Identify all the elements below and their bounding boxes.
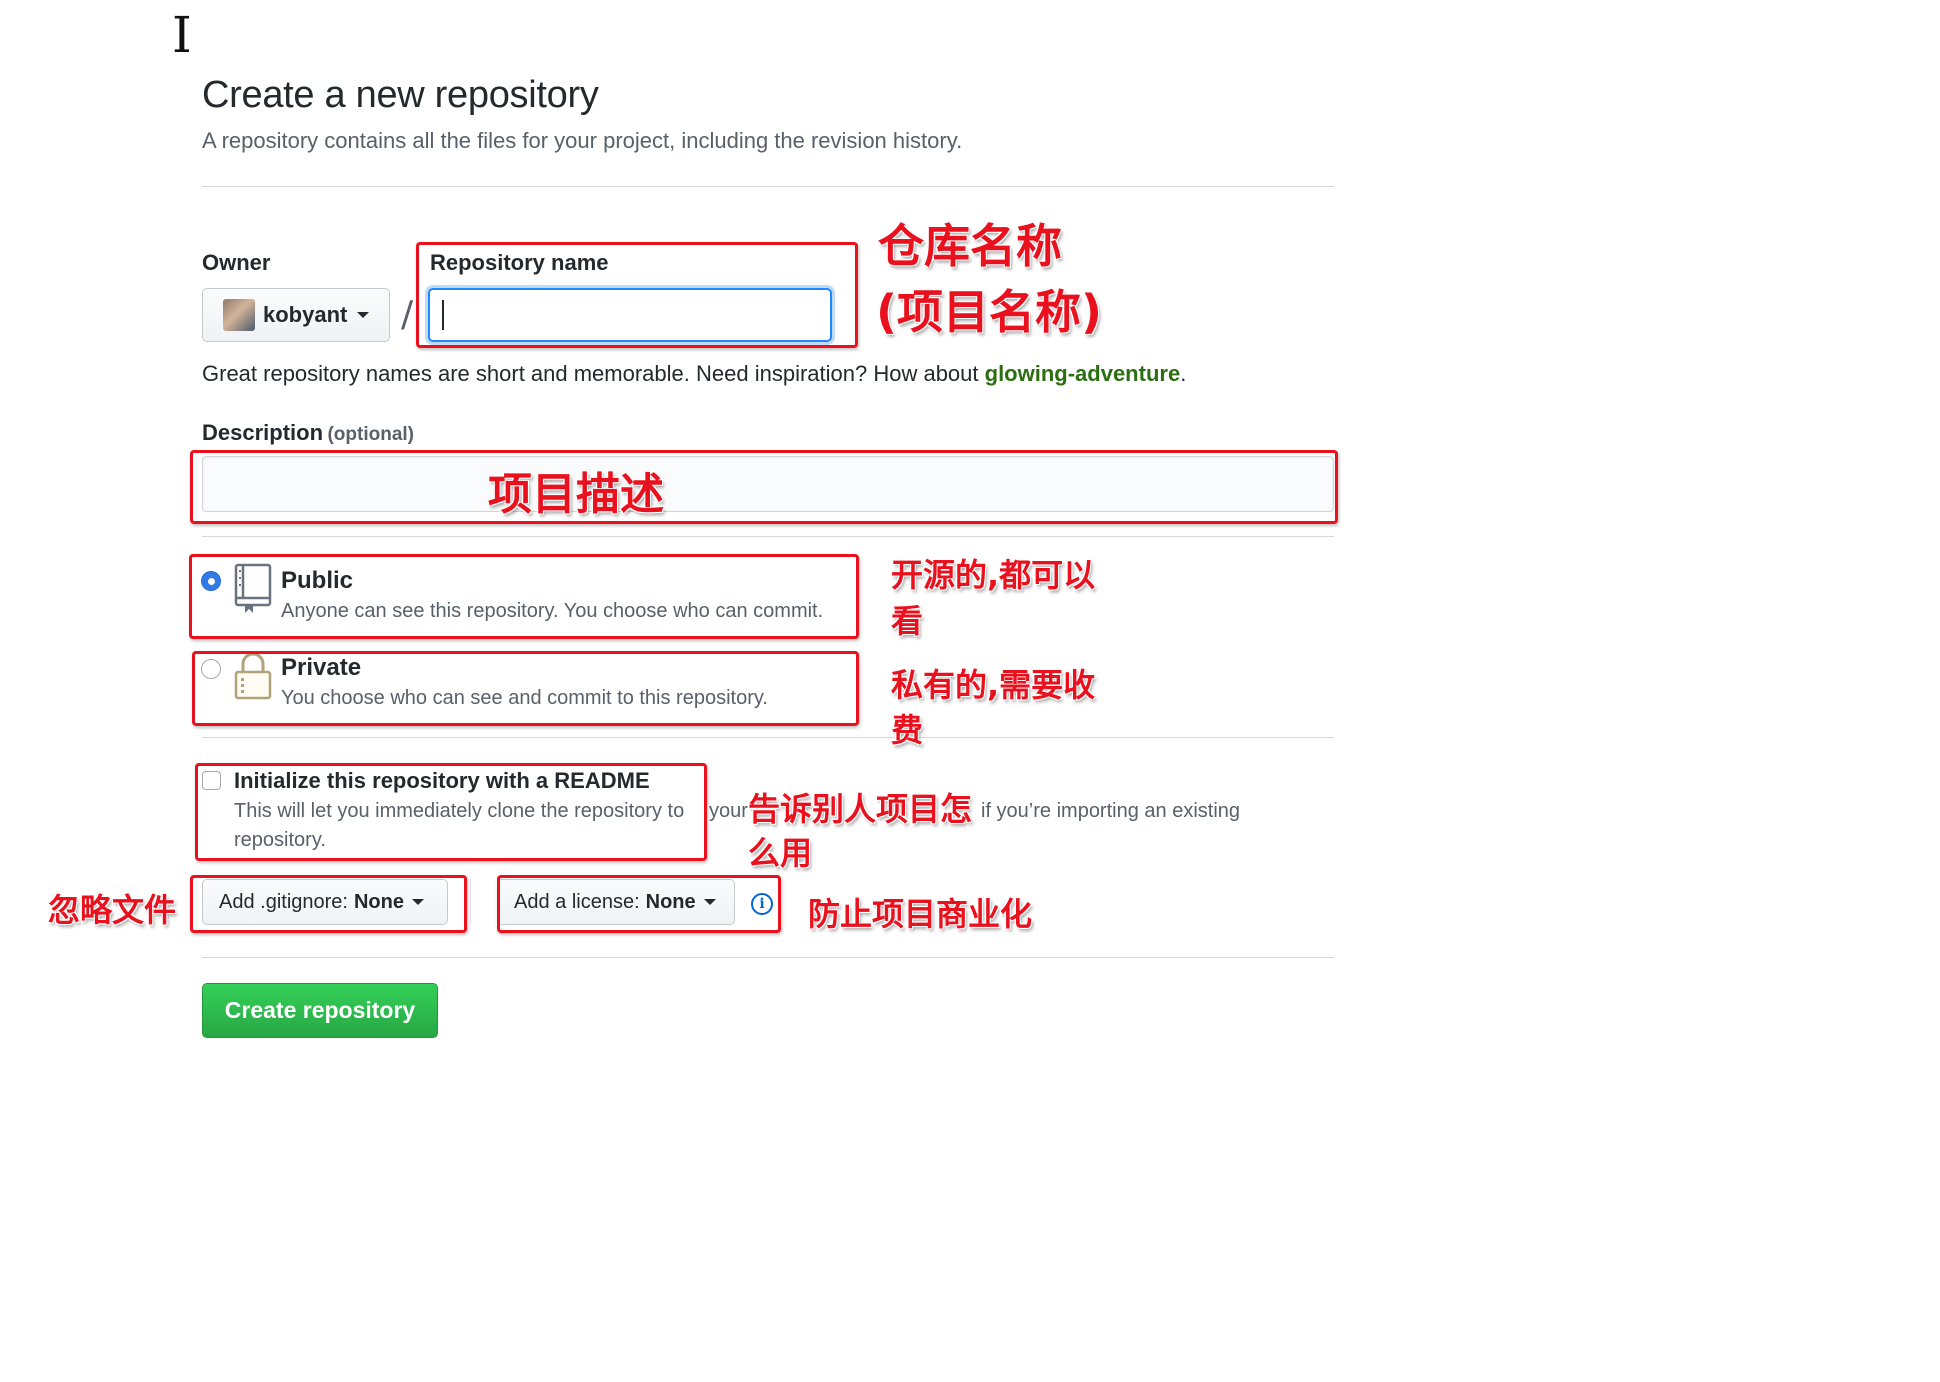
annotation-repo-name-2: (项目名称)	[876, 285, 1103, 339]
annotation-readme-2: 么用	[748, 834, 813, 872]
readme-title: Initialize this repository with a README	[234, 768, 650, 793]
divider	[202, 186, 1334, 187]
repo-book-icon	[234, 563, 272, 613]
page-title: Create a new repository	[202, 74, 599, 116]
hint-end: .	[1180, 361, 1187, 386]
readme-desc-tail: if you’re importing an existing	[981, 800, 1241, 822]
divider	[202, 957, 1334, 958]
avatar	[223, 299, 255, 331]
description-input[interactable]	[202, 456, 1334, 512]
caret-down-icon	[703, 899, 716, 905]
annotation-readme-1: 告诉别人项目怎	[748, 790, 973, 828]
text-cursor-icon: I	[172, 6, 192, 64]
annotation-public-1: 开源的,都可以	[891, 556, 1096, 594]
name-suggestion-link[interactable]: glowing-adventure	[985, 361, 1181, 386]
owner-value: kobyant	[263, 302, 348, 327]
license-select-button[interactable]: Add a license: None	[497, 879, 735, 925]
caret-down-icon	[411, 899, 424, 905]
annotation-repo-name-1: 仓库名称	[878, 219, 1062, 273]
public-radio[interactable]	[201, 571, 221, 591]
private-desc: You choose who can see and commit to thi…	[281, 687, 768, 709]
annotation-private-1: 私有的,需要收	[891, 666, 1096, 704]
owner-label: Owner	[202, 250, 271, 275]
gitignore-select-button[interactable]: Add .gitignore: None	[202, 879, 448, 925]
annotation-description: 项目描述	[488, 469, 664, 520]
owner-repo-separator: /	[401, 294, 414, 335]
gitignore-value: None	[353, 890, 404, 913]
repo-name-label: Repository name	[430, 250, 609, 275]
public-desc: Anyone can see this repository. You choo…	[281, 600, 824, 622]
readme-desc-line1: This will let you immediately clone the …	[234, 800, 685, 822]
gitignore-label: Add .gitignore:	[219, 890, 348, 913]
license-value: None	[645, 890, 696, 913]
readme-checkbox[interactable]	[202, 771, 221, 790]
public-title: Public	[281, 567, 354, 594]
lock-icon	[234, 652, 272, 700]
description-label-row: Description (optional)	[202, 420, 414, 446]
text-caret	[442, 300, 444, 330]
hint-text: Great repository names are short and mem…	[202, 361, 985, 386]
owner-select-button[interactable]: kobyant	[202, 288, 390, 342]
caret-down-icon	[357, 312, 370, 318]
select-divider	[470, 879, 471, 925]
repo-name-input[interactable]	[428, 288, 832, 342]
create-repository-button[interactable]: Create repository	[202, 983, 438, 1038]
optional-note: (optional)	[327, 424, 415, 445]
license-label: Add a license:	[514, 890, 640, 913]
annotation-public-2: 看	[891, 602, 924, 640]
repo-name-hint: Great repository names are short and mem…	[202, 361, 1186, 387]
private-title: Private	[281, 654, 362, 681]
divider	[202, 737, 1334, 738]
annotation-gitignore: 忽略文件	[48, 891, 177, 929]
info-icon[interactable]: i	[751, 893, 773, 915]
page-subtitle: A repository contains all the files for …	[202, 128, 963, 153]
readme-desc-your: your	[709, 800, 748, 822]
annotation-private-2: 费	[891, 711, 924, 749]
description-label: Description	[202, 420, 324, 445]
private-radio[interactable]	[201, 659, 221, 679]
annotation-license: 防止项目商业化	[808, 895, 1033, 933]
divider	[202, 536, 1334, 537]
readme-desc-line2: repository.	[234, 829, 326, 851]
